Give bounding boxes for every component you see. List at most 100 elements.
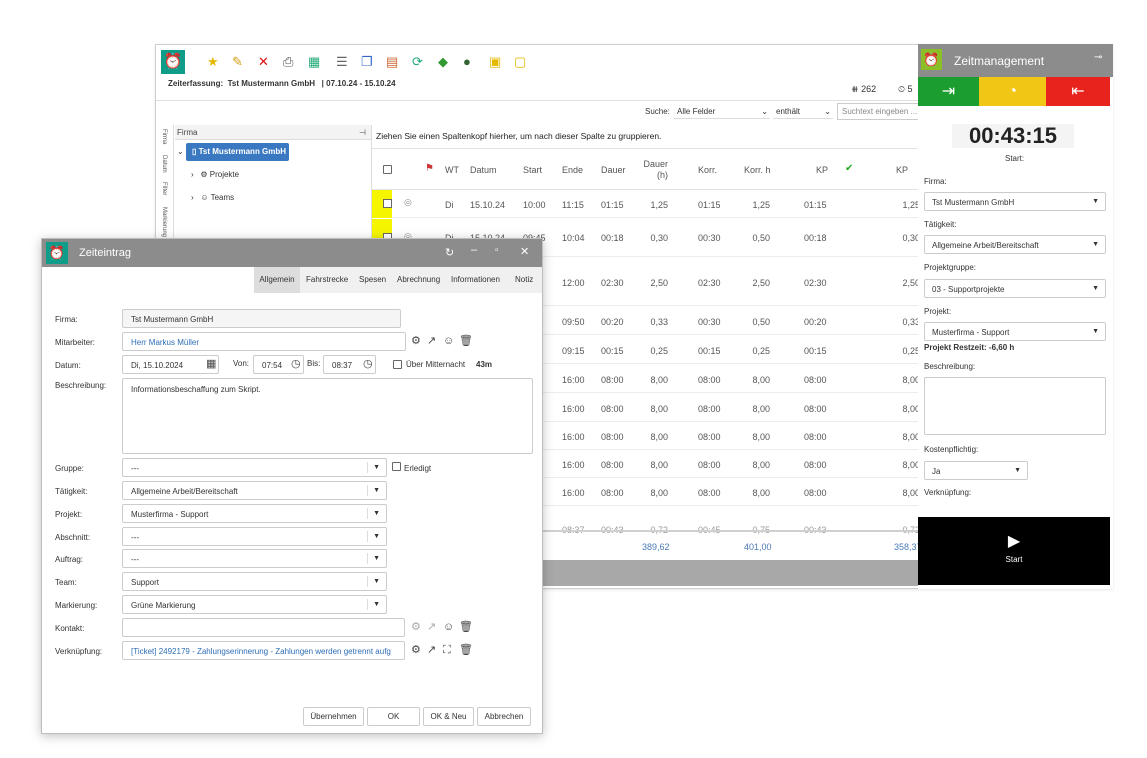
clock-icon[interactable]: ◷: [291, 358, 301, 370]
pencil-icon[interactable]: ✎: [232, 55, 243, 68]
col-start[interactable]: Start: [523, 165, 542, 175]
search-field-select[interactable]: Alle Felder ⌄: [674, 103, 770, 119]
projekt-select[interactable]: Musterfirma - Support: [122, 504, 387, 523]
side-tab-markierung[interactable]: Markierung: [161, 207, 167, 237]
taetigkeit-select[interactable]: Allgemeine Arbeit/Bereitschaft: [122, 481, 387, 500]
row-checkbox[interactable]: [383, 199, 392, 208]
projektgruppe-select[interactable]: 03 - Supportprojekte: [924, 279, 1106, 298]
uebernehmen-button[interactable]: Übernehmen: [303, 707, 364, 726]
clock-icon[interactable]: ◷: [363, 358, 373, 370]
tab-fahrstrecke[interactable]: Fahrstrecke: [306, 267, 348, 293]
minimize-icon[interactable]: –: [471, 244, 477, 256]
ok-button[interactable]: OK: [367, 707, 420, 726]
abschnitt-select[interactable]: ---: [122, 527, 387, 546]
col-kp[interactable]: KP: [816, 165, 828, 175]
col-korr[interactable]: Korr.: [698, 165, 717, 175]
cell-dauer-h: 8,00: [650, 375, 668, 385]
col-dauer[interactable]: Dauer: [601, 165, 626, 175]
auftrag-select[interactable]: ---: [122, 549, 387, 568]
cell-ende: 16:00: [562, 404, 585, 414]
firma-select[interactable]: Tst Mustermann GmbH: [924, 192, 1106, 211]
open-external-icon[interactable]: ↗: [427, 644, 436, 656]
mitternacht-checkbox[interactable]: [393, 360, 402, 369]
list-icon[interactable]: ☰: [336, 55, 348, 68]
cell-korr: 08:00: [698, 375, 721, 385]
taetigkeit-select[interactable]: Allgemeine Arbeit/Bereitschaft: [924, 235, 1106, 254]
user-icon[interactable]: ●: [463, 55, 471, 68]
search-input[interactable]: Suchtext eingeben ...: [837, 103, 919, 120]
firma-field[interactable]: Tst Mustermann GmbH: [122, 309, 401, 328]
cell-kp-2: 8,00: [902, 375, 920, 385]
select-all-checkbox[interactable]: [383, 165, 392, 174]
erledigt-checkbox[interactable]: [392, 462, 401, 471]
abbrechen-button[interactable]: Abbrechen: [477, 707, 531, 726]
datum-field[interactable]: Di, 15.10.2024: [122, 355, 219, 374]
tab-spesen[interactable]: Spesen: [359, 267, 386, 293]
pause-button[interactable]: ◔: [979, 77, 1046, 106]
open-external-icon[interactable]: ↗: [427, 335, 436, 347]
trash-icon[interactable]: 🗑: [459, 621, 473, 633]
tab-allgemein[interactable]: Allgemein: [254, 267, 300, 293]
beschreibung-textarea[interactable]: [924, 377, 1106, 435]
calendar-icon[interactable]: ▦: [206, 358, 216, 370]
search-operator-select[interactable]: enthält ⌄: [773, 103, 833, 119]
select-frame-icon[interactable]: ⛶: [443, 644, 451, 656]
table-row[interactable]: ◎ Di 15.10.24 10:00 11:15 01:15 1,25 01:…: [372, 190, 920, 218]
close-icon[interactable]: ✕: [520, 245, 529, 258]
clock-out-button[interactable]: ⇤: [1046, 77, 1110, 106]
projekt-select[interactable]: Musterfirma - Support: [924, 322, 1106, 341]
cell-kp-2: 8,00: [902, 460, 920, 470]
pin-icon[interactable]: ⊣: [359, 128, 366, 137]
maximize-icon[interactable]: ▫: [495, 245, 499, 256]
col-datum[interactable]: Datum: [470, 165, 497, 175]
tab-informationen[interactable]: Informationen: [451, 267, 500, 293]
refresh-icon[interactable]: ↻: [445, 246, 454, 259]
gruppe-select[interactable]: ---: [122, 458, 387, 477]
kontakt-field[interactable]: [122, 618, 405, 637]
settings-icon[interactable]: ⚙: [411, 335, 421, 347]
trash-icon[interactable]: 🗑: [459, 335, 473, 347]
refresh-icon[interactable]: ⟳: [412, 55, 423, 68]
unlock-icon[interactable]: ▢: [514, 55, 526, 68]
tree-node-teams[interactable]: › ☺ Teams: [191, 193, 234, 202]
mitarbeiter-field[interactable]: Herr Markus Müller: [122, 332, 406, 351]
markierung-select[interactable]: Grüne Markierung: [122, 595, 387, 614]
ok-neu-button[interactable]: OK & Neu: [423, 707, 474, 726]
team-select[interactable]: Support: [122, 572, 387, 591]
col-korr-h[interactable]: Korr. h: [744, 165, 771, 175]
tab-abrechnung[interactable]: Abrechnung: [397, 267, 440, 293]
star-icon[interactable]: ★: [207, 55, 219, 68]
paste-icon[interactable]: ▤: [386, 55, 398, 68]
tree-node-root[interactable]: ▯ Tst Mustermann GmbH: [186, 143, 289, 161]
panel-title: Zeitmanagement: [954, 54, 1045, 68]
tag-icon[interactable]: ◆: [438, 55, 448, 68]
status-icon: ◎: [404, 197, 412, 207]
col-kp-2[interactable]: KP: [896, 165, 908, 175]
user-icon[interactable]: ☺: [443, 335, 454, 347]
side-tab-filter[interactable]: Filter: [161, 182, 167, 195]
side-tab-firma[interactable]: Firma: [161, 129, 167, 144]
side-tab-datum[interactable]: Datum: [161, 155, 167, 173]
beschreibung-textarea[interactable]: Informationsbeschaffung zum Skript.: [122, 378, 533, 454]
settings-icon[interactable]: ⚙: [411, 621, 421, 633]
col-wt[interactable]: WT: [445, 165, 459, 175]
clock-in-button[interactable]: ⇥: [918, 77, 979, 106]
lock-icon[interactable]: ▣: [489, 55, 501, 68]
copy-icon[interactable]: ❐: [361, 55, 373, 68]
start-button[interactable]: ▶ Start: [918, 517, 1110, 585]
collapse-icon[interactable]: ⌄: [177, 147, 184, 156]
pin-icon[interactable]: ⊸: [1094, 52, 1102, 63]
verknuepfung-field[interactable]: [Ticket] 2492179 - Zahlungserinnerung - …: [122, 641, 405, 660]
col-ende[interactable]: Ende: [562, 165, 583, 175]
kosten-select[interactable]: Ja: [924, 461, 1028, 480]
export-icon[interactable]: ▦: [308, 55, 320, 68]
delete-icon[interactable]: ✕: [258, 55, 269, 68]
trash-icon[interactable]: 🗑: [459, 644, 473, 656]
open-external-icon[interactable]: ↗: [427, 621, 436, 633]
settings-icon[interactable]: ⚙: [411, 644, 421, 656]
tab-notiz[interactable]: Notiz: [515, 267, 533, 293]
col-dauer-h[interactable]: Dauer (h): [642, 159, 668, 181]
tree-node-projekte[interactable]: › ⚙ Projekte: [191, 170, 239, 179]
print-icon[interactable]: ⎙: [283, 55, 293, 68]
user-icon[interactable]: ☺: [443, 621, 454, 633]
